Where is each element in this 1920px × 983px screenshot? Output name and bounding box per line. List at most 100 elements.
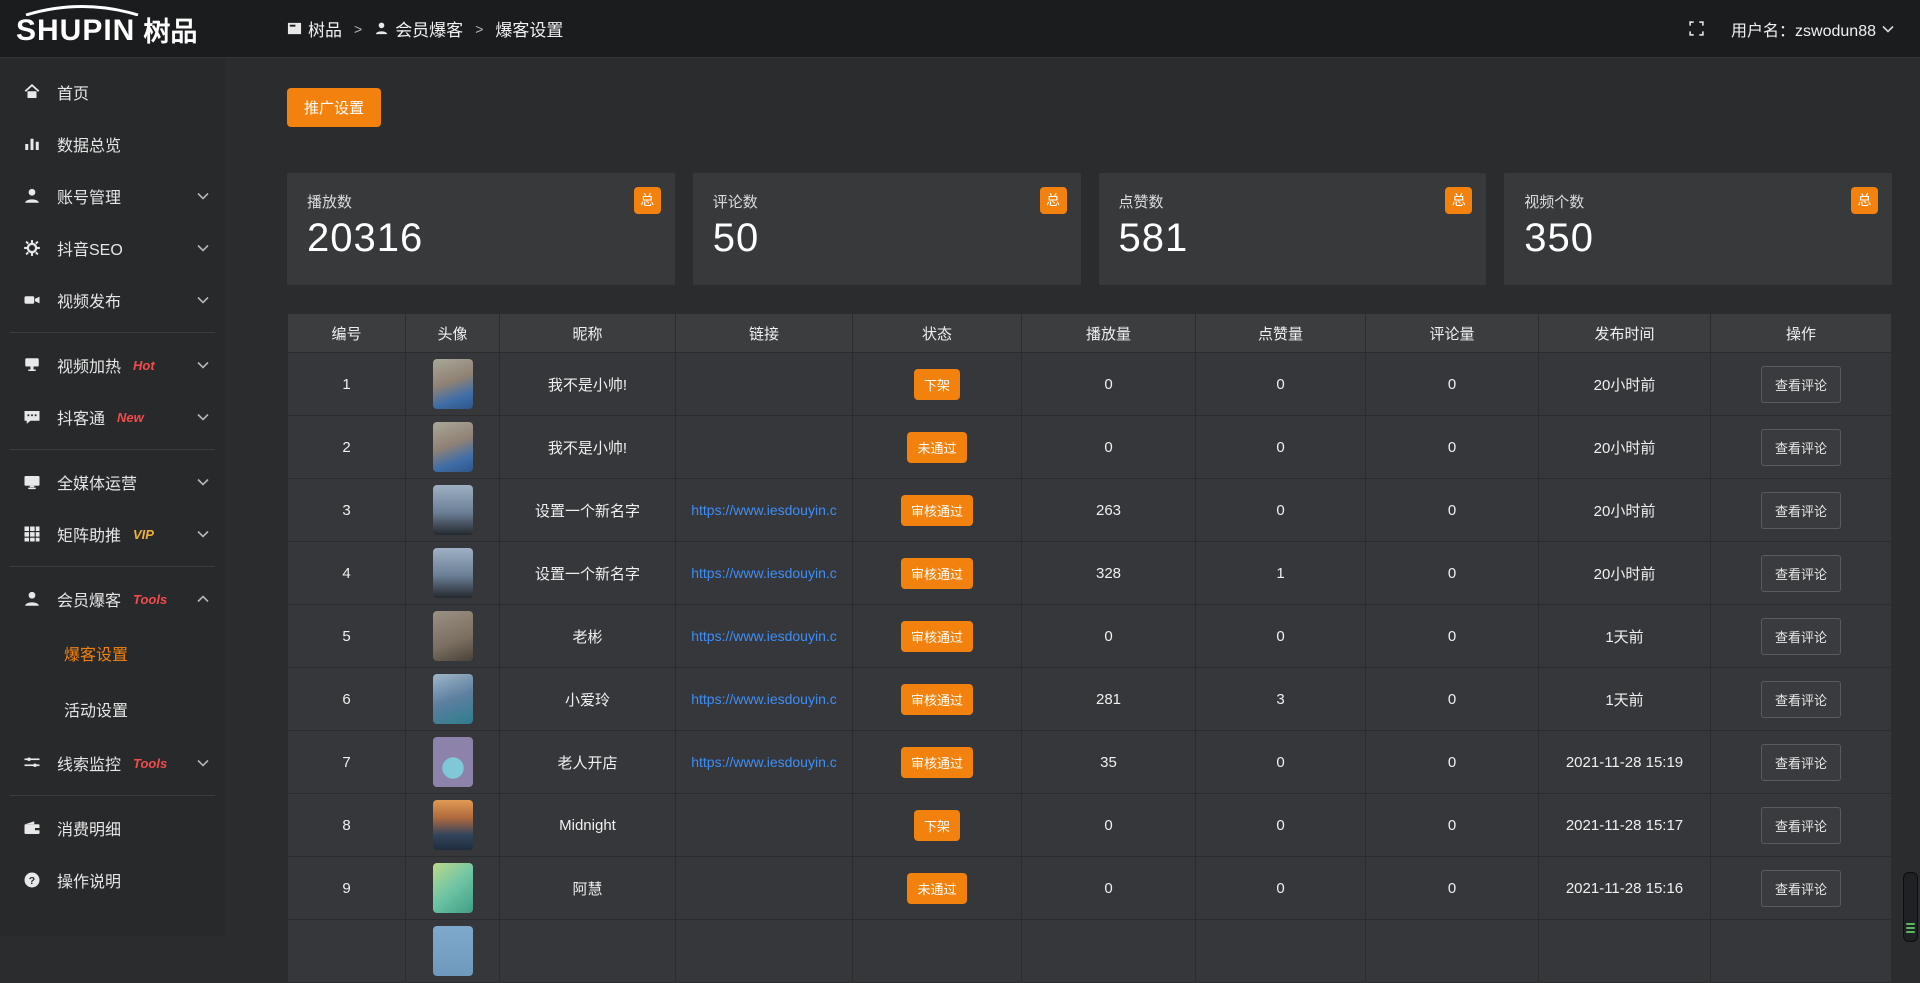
sidebar-item-home[interactable]: 首页 [0,66,225,118]
sidebar-item-clue-monitor[interactable]: 线索监控 Tools [0,737,225,789]
view-comments-button[interactable]: 查看评论 [1761,429,1841,466]
grid-icon [22,525,42,543]
sidebar-item-member-baoke[interactable]: 会员爆客 Tools [0,573,225,625]
status-badge[interactable]: 下架 [914,369,960,400]
row-time: 20小时前 [1539,542,1711,604]
view-comments-button[interactable]: 查看评论 [1761,618,1841,655]
sidebar-item-account-mgmt[interactable]: 账号管理 [0,170,225,222]
row-nick: 设置一个新名字 [500,542,676,604]
col-header-nick: 昵称 [500,314,676,352]
stat-value: 50 [713,216,1061,261]
status-badge[interactable]: 审核通过 [901,747,973,778]
view-comments-button[interactable]: 查看评论 [1761,492,1841,529]
stat-label: 点赞数 [1119,191,1467,212]
row-id: 9 [288,857,406,919]
row-plays: 35 [1022,731,1196,793]
status-badge[interactable]: 未通过 [907,432,966,463]
sidebar-item-video-publish[interactable]: 视频发布 [0,274,225,326]
row-nick [500,920,676,982]
col-header-plays: 播放量 [1022,314,1196,352]
avatar [433,926,473,976]
row-id: 5 [288,605,406,667]
row-comments [1366,920,1539,982]
sidebar-item-label: 首页 [57,80,89,104]
sidebar-item-matrix-boost[interactable]: 矩阵助推 VIP [0,508,225,560]
view-comments-button[interactable]: 查看评论 [1761,807,1841,844]
row-id: 4 [288,542,406,604]
fullscreen-icon[interactable] [1688,20,1705,37]
status-badge[interactable]: 未通过 [907,873,966,904]
user-icon [374,21,389,36]
row-time: 2021-11-28 15:17 [1539,794,1711,856]
sidebar-item-consumption-details[interactable]: 消费明细 [0,802,225,854]
promo-settings-button[interactable]: 推广设置 [287,88,381,127]
col-header-avatar: 头像 [406,314,500,352]
monitor-icon [22,473,42,491]
user-menu[interactable]: 用户名：zswodun88 [1731,17,1894,41]
row-likes: 1 [1196,542,1366,604]
breadcrumb-item-member[interactable]: 会员爆客 [374,16,463,41]
row-link[interactable]: https://www.iesdouyin.c [691,502,837,518]
stat-card-videos: 视频个数 350 总 [1504,173,1892,285]
row-link[interactable]: https://www.iesdouyin.c [691,691,837,707]
wallet-icon [22,819,42,837]
row-comments: 0 [1366,731,1539,793]
row-comments: 0 [1366,794,1539,856]
status-badge[interactable]: 审核通过 [901,495,973,526]
logo-text-en: SHUPIN [16,16,135,58]
view-comments-button[interactable]: 查看评论 [1761,744,1841,781]
sidebar-item-omnimedia[interactable]: 全媒体运营 [0,456,225,508]
row-link[interactable]: https://www.iesdouyin.c [691,628,837,644]
avatar [433,359,473,409]
view-comments-button[interactable]: 查看评论 [1761,366,1841,403]
col-header-time: 发布时间 [1539,314,1711,352]
chart-icon [22,135,42,153]
sidebar-item-data-overview[interactable]: 数据总览 [0,118,225,170]
sidebar-subitem-activity-settings[interactable]: 活动设置 [0,681,225,737]
col-header-status: 状态 [853,314,1022,352]
row-link[interactable]: https://www.iesdouyin.c [691,754,837,770]
sidebar-item-douketong[interactable]: 抖客通 New [0,391,225,443]
sidebar-item-video-heat[interactable]: 视频加热 Hot [0,339,225,391]
sidebar-item-label: 抖音SEO [57,236,123,260]
row-time: 1天前 [1539,605,1711,667]
status-badge[interactable]: 审核通过 [901,558,973,589]
sidebar-item-label: 视频加热 [57,353,121,377]
main-content: 推广设置 播放数 20316 总 评论数 50 总 点赞数 581 总 视频个数… [225,58,1920,936]
logo-arc [22,4,142,16]
status-badge[interactable]: 审核通过 [901,621,973,652]
row-time: 2021-11-28 15:19 [1539,731,1711,793]
user-icon [22,187,42,205]
status-badge[interactable]: 审核通过 [901,684,973,715]
sidebar-item-douyin-seo[interactable]: 抖音SEO [0,222,225,274]
stat-value: 20316 [307,216,655,261]
avatar [433,485,473,535]
breadcrumb-label: 树品 [308,16,342,41]
row-link[interactable]: https://www.iesdouyin.c [691,565,837,581]
sidebar-divider [10,566,215,567]
row-nick: 设置一个新名字 [500,479,676,541]
breadcrumb-item-home[interactable]: 树品 [287,16,342,41]
chevron-down-icon [197,361,209,369]
avatar [433,737,473,787]
row-likes: 3 [1196,668,1366,730]
sidebar-item-instructions[interactable]: ? 操作说明 [0,854,225,906]
floating-widget[interactable] [1903,872,1918,942]
chevron-down-icon [197,192,209,200]
chevron-down-icon [197,478,209,486]
view-comments-button[interactable]: 查看评论 [1761,681,1841,718]
total-badge: 总 [1445,187,1472,214]
view-comments-button[interactable]: 查看评论 [1761,870,1841,907]
row-nick: Midnight [500,794,676,856]
chevron-down-icon [1882,25,1894,33]
view-comments-button[interactable]: 查看评论 [1761,555,1841,592]
stat-label: 视频个数 [1524,191,1872,212]
stat-card-comments: 评论数 50 总 [693,173,1081,285]
row-nick: 老人开店 [500,731,676,793]
sidebar-subitem-baoke-settings[interactable]: 爆客设置 [0,625,225,681]
status-badge[interactable]: 下架 [914,810,960,841]
row-time: 20小时前 [1539,479,1711,541]
sidebar-item-label: 数据总览 [57,132,121,156]
col-header-id: 编号 [288,314,406,352]
row-likes: 0 [1196,794,1366,856]
